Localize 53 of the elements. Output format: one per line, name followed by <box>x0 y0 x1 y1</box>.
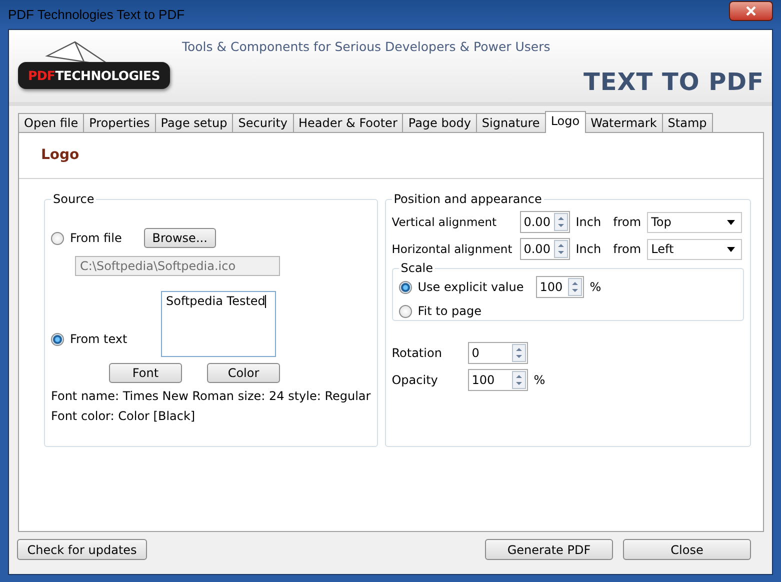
file-path-field[interactable]: C:\Softpedia\Softpedia.ico <box>75 256 280 276</box>
close-icon <box>745 6 757 16</box>
field-label: Rotation <box>392 346 443 360</box>
tab[interactable]: Page body <box>402 113 477 132</box>
tab[interactable]: Header & Footer <box>292 113 404 132</box>
tab[interactable]: Security <box>232 113 294 132</box>
tab[interactable]: Signature <box>476 113 546 132</box>
tab[interactable]: Open file <box>18 113 84 132</box>
text-input-field[interactable]: Softpedia Tested <box>161 291 276 357</box>
field-label: from <box>613 215 642 229</box>
caret-icon <box>727 220 736 224</box>
font-button[interactable]: Font <box>109 363 182 383</box>
group-title: Source <box>52 192 96 206</box>
tab[interactable]: Logo <box>544 111 586 133</box>
field-label: Horizontal alignment <box>392 242 514 256</box>
dropdown[interactable]: Left <box>647 238 742 260</box>
radio-option[interactable]: Use explicit value <box>398 280 536 294</box>
check-updates-button[interactable]: Check for updates <box>17 539 147 560</box>
font-color-text: Font color: Color [Black] <box>51 409 196 423</box>
product-title: TEXT TO PDF <box>583 68 764 96</box>
section-title: Logo <box>19 133 763 179</box>
group-title: Scale <box>400 261 434 275</box>
spin-box[interactable]: 0.00 <box>520 238 570 260</box>
spin-box[interactable]: 0 <box>468 342 528 364</box>
tab[interactable]: Properties <box>83 113 156 132</box>
tab[interactable]: Page setup <box>154 113 234 132</box>
radio-option[interactable]: From text <box>51 332 161 346</box>
spin-box[interactable]: 100 <box>468 369 528 391</box>
browse-button[interactable]: Browse... <box>144 228 216 248</box>
group-title: Position and appearance <box>392 192 543 206</box>
unit-label: % <box>590 280 602 294</box>
field-label: Vertical alignment <box>392 215 498 229</box>
radio-option[interactable]: Fit to page <box>398 304 482 318</box>
spin-box[interactable]: 0.00 <box>520 211 570 233</box>
caret-icon <box>727 246 736 252</box>
close-dialog-button[interactable]: Close <box>623 539 751 560</box>
unit-label: Inch <box>576 242 602 256</box>
color-button[interactable]: Color <box>207 363 280 383</box>
spin-box[interactable]: 100 <box>536 276 584 298</box>
field-label: Opacity <box>392 373 439 387</box>
font-info-text: Font name: Times New Roman size: 24 style: Regular <box>51 389 371 403</box>
unit-label: % <box>534 373 546 387</box>
close-button[interactable] <box>729 0 773 20</box>
tab[interactable]: Stamp <box>662 113 713 132</box>
tab[interactable]: Watermark <box>584 113 663 132</box>
company-logo: PDFTECHNOLOGIES <box>18 62 170 89</box>
field-label: from <box>613 242 642 256</box>
unit-label: Inch <box>576 215 602 229</box>
radio-option[interactable]: From file <box>51 231 122 245</box>
tagline: Tools & Components for Serious Developers & Power Users <box>182 39 550 56</box>
window-title: PDF Technologies Text to PDF <box>8 7 185 22</box>
generate-pdf-button[interactable]: Generate PDF <box>485 539 613 560</box>
dropdown[interactable]: Top <box>647 212 742 232</box>
